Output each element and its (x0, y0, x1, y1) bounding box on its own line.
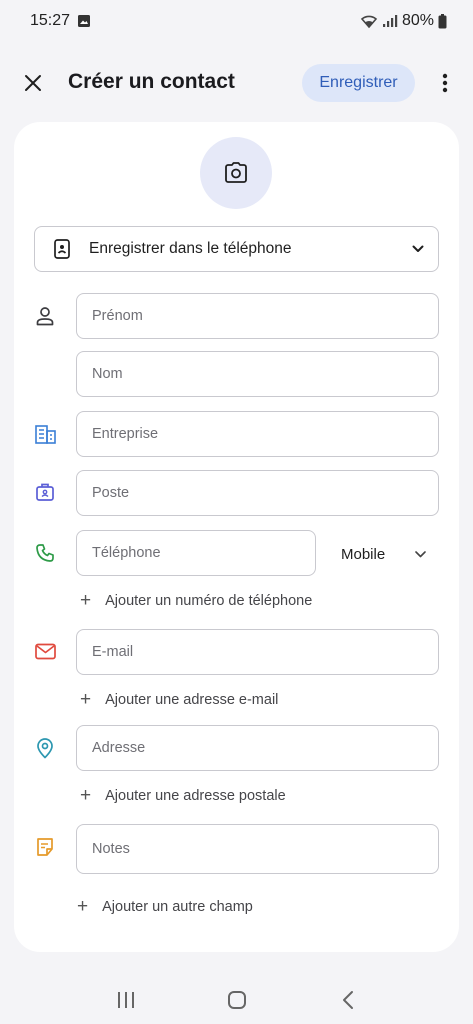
email-icon (34, 640, 56, 662)
phone-icon (34, 542, 56, 564)
plus-icon: + (80, 590, 92, 611)
notes-icon (34, 836, 56, 858)
more-vert-icon (442, 73, 448, 93)
plus-icon: + (77, 896, 89, 917)
more-options-button[interactable] (434, 70, 456, 96)
chevron-down-icon (415, 550, 426, 557)
home-button[interactable] (217, 980, 257, 1020)
camera-icon (225, 162, 247, 183)
first-name-field[interactable]: Prénom (76, 293, 439, 339)
status-left: 15:27 (30, 12, 91, 30)
phone-type-label: Mobile (341, 545, 386, 563)
address-field[interactable]: Adresse (76, 725, 439, 771)
add-photo-button[interactable] (200, 137, 272, 209)
home-icon (227, 990, 246, 1009)
phone-storage-icon (54, 239, 70, 259)
company-field[interactable]: Entreprise (76, 411, 439, 457)
job-title-field[interactable]: Poste (76, 470, 439, 516)
save-button[interactable]: Enregistrer (302, 64, 415, 102)
account-select[interactable]: Enregistrer dans le téléphone (34, 226, 439, 272)
person-icon (34, 305, 56, 327)
email-field[interactable]: E-mail (76, 629, 439, 675)
back-icon (342, 990, 353, 1009)
add-phone-link[interactable]: + Ajouter un numéro de téléphone (80, 591, 312, 610)
battery-icon (438, 13, 447, 29)
last-name-field[interactable]: Nom (76, 351, 439, 397)
back-button[interactable] (328, 980, 368, 1020)
status-bar: 15:27 80% (0, 0, 473, 42)
image-notification-icon (77, 14, 91, 28)
account-label: Enregistrer dans le téléphone (89, 240, 292, 257)
notes-field[interactable]: Notes (76, 824, 439, 874)
wifi-icon (360, 13, 378, 29)
add-phone-label: Ajouter un numéro de téléphone (105, 592, 313, 609)
add-email-label: Ajouter une adresse e-mail (105, 691, 279, 708)
page-title: Créer un contact (68, 70, 235, 93)
app-bar: Créer un contact Enregistrer (0, 58, 473, 108)
signal-icon (382, 14, 398, 28)
job-title-icon (34, 481, 56, 503)
add-address-link[interactable]: + Ajouter une adresse postale (80, 786, 286, 805)
add-field-link[interactable]: + Ajouter un autre champ (77, 897, 253, 916)
recent-apps-button[interactable] (106, 980, 146, 1020)
status-time: 15:27 (30, 12, 71, 29)
system-nav-bar (0, 975, 473, 1024)
phone-type-select[interactable]: Mobile (330, 531, 438, 577)
phone-field[interactable]: Téléphone (76, 530, 316, 576)
add-email-link[interactable]: + Ajouter une adresse e-mail (80, 690, 278, 709)
battery-percent: 80% (401, 12, 434, 29)
add-field-label: Ajouter un autre champ (102, 898, 253, 915)
close-icon (25, 75, 41, 91)
status-right: 80% (360, 12, 447, 30)
plus-icon: + (80, 785, 92, 806)
plus-icon: + (80, 689, 92, 710)
company-icon (34, 423, 56, 445)
recent-apps-icon (117, 991, 134, 1008)
close-button[interactable] (18, 68, 48, 98)
add-address-label: Ajouter une adresse postale (105, 787, 286, 804)
location-icon (34, 737, 56, 759)
chevron-down-icon (412, 245, 424, 252)
